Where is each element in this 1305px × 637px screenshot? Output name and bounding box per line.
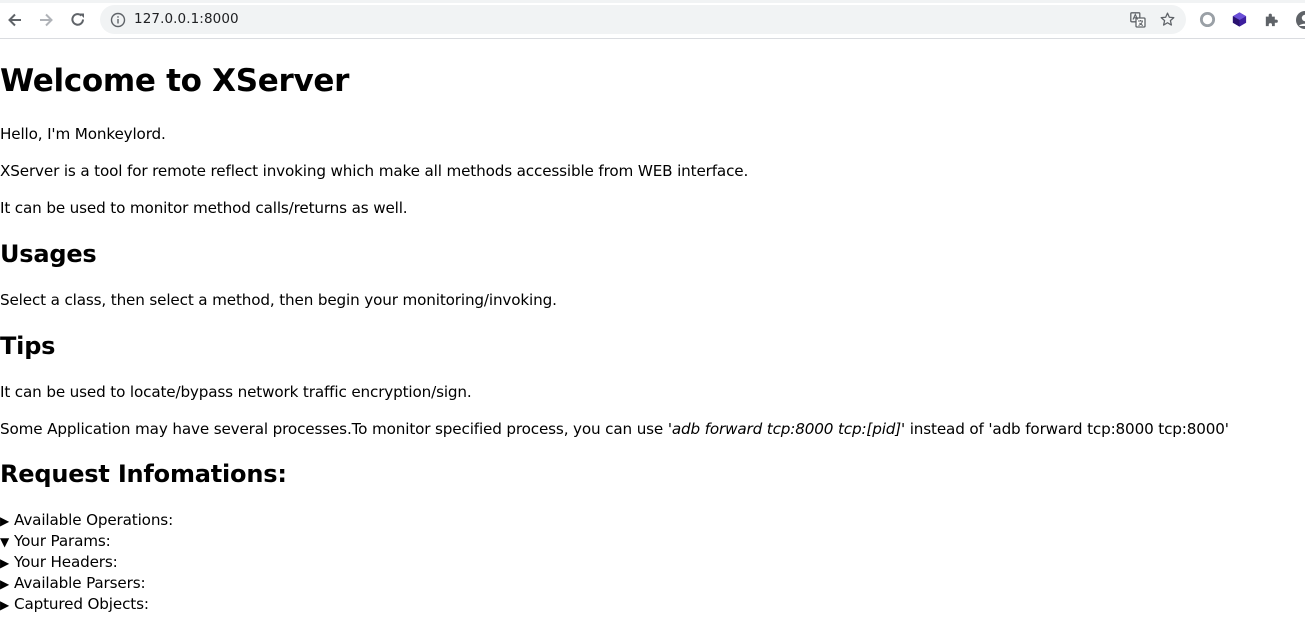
forward-button[interactable] xyxy=(34,8,58,32)
details-your-headers[interactable]: ▶ Your Headers: xyxy=(0,553,118,571)
profile-icon[interactable] xyxy=(1295,10,1305,30)
intro-monitor-note: It can be used to monitor method calls/r… xyxy=(0,199,408,217)
tips-text-encryption: It can be used to locate/bypass network … xyxy=(0,383,472,401)
tips-text-processes: Some Application may have several proces… xyxy=(0,420,1229,438)
page-content: Welcome to XServer Hello, I'm Monkeylord… xyxy=(0,39,1305,637)
expanded-triangle-icon: ▼ xyxy=(0,535,10,549)
intro-greeting: Hello, I'm Monkeylord. xyxy=(0,125,166,143)
request-info-heading: Request Infomations: xyxy=(0,460,287,488)
tips-text-before: Some Application may have several proces… xyxy=(0,420,668,438)
details-label: Your Params: xyxy=(14,532,111,550)
translate-icon[interactable] xyxy=(1130,12,1146,28)
reload-button[interactable] xyxy=(66,8,90,32)
adb-command: 'adb forward tcp:8000 tcp:[pid]' xyxy=(667,420,906,438)
collapsed-triangle-icon: ▶ xyxy=(0,556,10,570)
back-icon xyxy=(8,13,21,27)
forward-icon xyxy=(40,13,53,27)
puzzle-icon[interactable] xyxy=(1263,11,1280,28)
details-available-operations[interactable]: ▶ Available Operations: xyxy=(0,511,173,529)
back-button[interactable] xyxy=(3,8,27,32)
extension-cube-icon[interactable] xyxy=(1231,11,1248,28)
details-label: Available Parsers: xyxy=(14,574,146,592)
usages-text: Select a class, then select a method, th… xyxy=(0,291,557,309)
tips-text-after: instead of 'adb forward tcp:8000 tcp:800… xyxy=(905,420,1229,438)
details-captured-objects[interactable]: ▶ Captured Objects: xyxy=(0,595,149,613)
url-text[interactable]: 127.0.0.1:8000 xyxy=(134,11,239,27)
details-label: Available Operations: xyxy=(14,511,174,529)
info-icon[interactable] xyxy=(110,12,126,28)
usages-heading: Usages xyxy=(0,240,97,268)
tab-strip-edge xyxy=(0,0,1305,3)
collapsed-triangle-icon: ▶ xyxy=(0,577,10,591)
tips-heading: Tips xyxy=(0,332,56,360)
intro-description: XServer is a tool for remote reflect inv… xyxy=(0,162,749,180)
details-label: Your Headers: xyxy=(14,553,118,571)
browser-toolbar: 127.0.0.1:8000 xyxy=(0,0,1305,39)
extension-circle-icon[interactable] xyxy=(1199,11,1216,28)
collapsed-triangle-icon: ▶ xyxy=(0,514,10,528)
details-your-params[interactable]: ▼ Your Params: xyxy=(0,532,111,550)
details-available-parsers[interactable]: ▶ Available Parsers: xyxy=(0,574,146,592)
star-icon[interactable] xyxy=(1159,11,1176,28)
reload-icon xyxy=(71,13,84,26)
collapsed-triangle-icon: ▶ xyxy=(0,598,10,612)
page-title: Welcome to XServer xyxy=(0,63,350,99)
address-bar[interactable]: 127.0.0.1:8000 xyxy=(100,5,1186,34)
details-label: Captured Objects: xyxy=(14,595,149,613)
